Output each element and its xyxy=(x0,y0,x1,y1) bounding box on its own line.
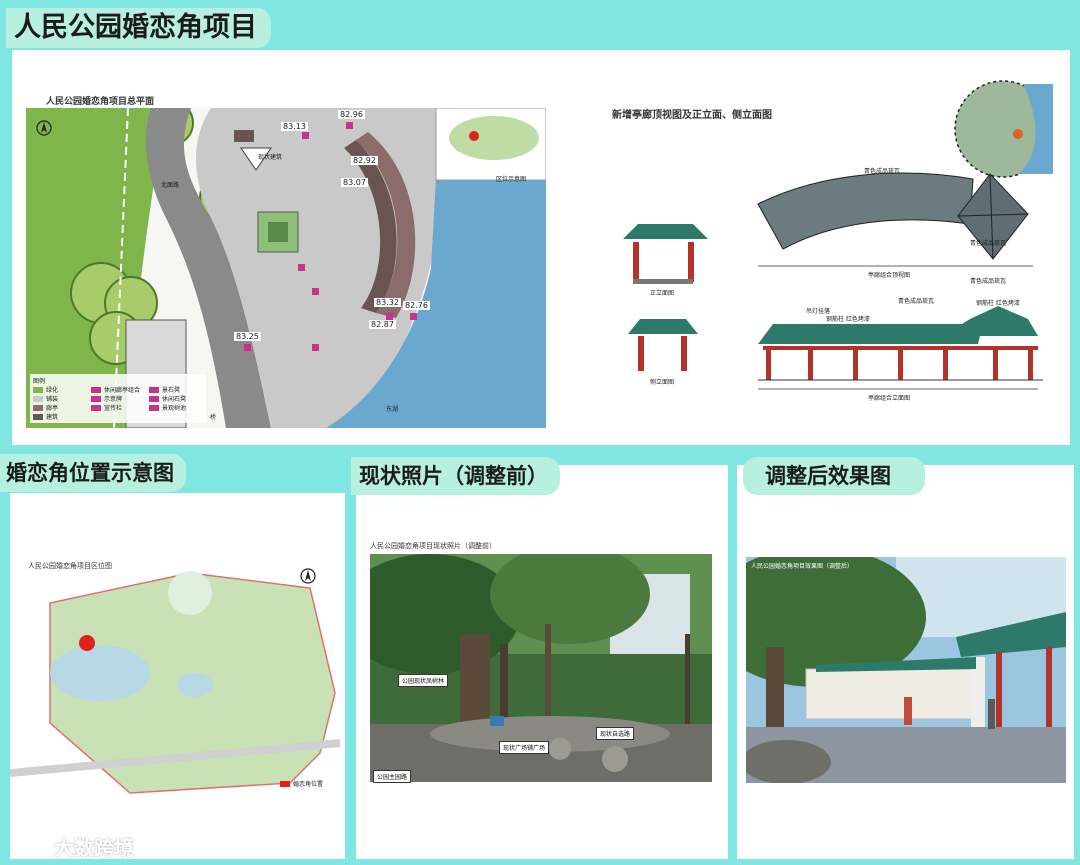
existing-building-label: 现状建筑 xyxy=(258,154,283,161)
location-panel: 人民公园婚恋角项目区位图 婚恋角位置 xyxy=(10,493,345,859)
park-map xyxy=(10,571,341,794)
roof-label: 青色成品琉瓦 xyxy=(970,278,1007,285)
watermark: 大数跨境 xyxy=(22,832,134,861)
render-panel: 人民公园婚恋角项目效果图（调整后） xyxy=(737,465,1074,859)
legend-item: 建筑 xyxy=(33,412,87,421)
elevation-label: 83.32 xyxy=(374,298,401,307)
front-view-caption: 正立面图 xyxy=(650,290,675,297)
roof-label: 青色成品琉瓦 xyxy=(970,240,1007,247)
photo-heading: 现状照片（调整前） xyxy=(351,457,560,495)
north-road-label: 北面路 xyxy=(161,182,180,189)
elevation-label: 82.87 xyxy=(369,320,396,329)
elevation-label: 83.13 xyxy=(281,122,308,131)
photo-label: 现状自选路 xyxy=(596,727,635,740)
photo-panel: 人民公园婚恋角项目现状照片（调整前） 公园现状凤树林 现状广场铺广场 现状自选路… xyxy=(356,465,728,859)
site-plan: 人民公园婚恋角项目总平面 83.13 82.96 82.92 83.07 83.… xyxy=(26,97,547,429)
plan-legend: 图例 绿化 休闲廊亭组合 景石凳 铺装 示意牌 休闲石凳 廊亭 宣传栏 景观树池… xyxy=(30,374,206,423)
render-image xyxy=(746,557,1066,783)
elevation-label: 82.96 xyxy=(338,110,365,119)
photo-label: 公园主园路 xyxy=(373,770,412,783)
location-diagram-label: 区位示意图 xyxy=(496,176,527,183)
marker-icon xyxy=(298,264,305,271)
marker-icon xyxy=(302,132,309,139)
north-arrow-icon xyxy=(36,120,52,136)
elevation-label: 82.92 xyxy=(351,156,378,165)
legend-item: 铺装 xyxy=(33,394,87,403)
watermark-text: 大数跨境 xyxy=(54,836,134,860)
legend-item: 景石凳 xyxy=(149,385,203,394)
brand-logo-icon xyxy=(22,839,46,854)
marker-icon xyxy=(410,313,417,320)
elevation-label: 82.76 xyxy=(403,301,430,310)
legend-item: 宣传栏 xyxy=(91,403,145,412)
render-heading: 调整后效果图 xyxy=(743,457,925,495)
legend-item: 休闲石凳 xyxy=(149,394,203,403)
top-panel: 人民公园婚恋角项目总平面 83.13 82.96 82.92 83.07 83.… xyxy=(12,50,1070,445)
front-elevation-caption: 亭廊组合立面图 xyxy=(868,395,911,402)
roof-label: 青色成品琉瓦 xyxy=(864,168,901,175)
roof-label: 青色成品琉瓦 xyxy=(898,298,935,305)
legend-item: 绿化 xyxy=(33,385,87,394)
location-heading: 婚恋角位置示意图 xyxy=(0,454,186,492)
legend-item: 休闲廊亭组合 xyxy=(91,385,145,394)
marker-icon xyxy=(346,122,353,129)
legend-item: 廊亭 xyxy=(33,403,87,412)
marker-icon xyxy=(386,313,393,320)
marker-icon xyxy=(312,288,319,295)
photo-label: 现状广场铺广场 xyxy=(499,741,550,754)
elevation-label: 83.07 xyxy=(341,178,368,187)
north-arrow-icon xyxy=(300,568,316,584)
page-title: 人民公园婚恋角项目 xyxy=(6,8,271,48)
marker-icon xyxy=(312,344,319,351)
render-subtitle: 人民公园婚恋角项目效果图（调整后） xyxy=(751,563,854,570)
legend-title: 图例 xyxy=(33,378,46,385)
photo-label: 公园现状凤树林 xyxy=(398,674,449,687)
elevation-label: 83.25 xyxy=(234,332,261,341)
plan-title: 人民公园婚恋角项目总平面 xyxy=(46,97,155,107)
marker-icon xyxy=(244,344,251,351)
plan-view-caption: 亭廊组合顶视图 xyxy=(868,272,911,279)
east-lake-label: 东湖 xyxy=(386,406,399,413)
location-legend-text: 婚恋角位置 xyxy=(293,781,324,788)
pillar-label: 钢筋柱 红色烤漆 xyxy=(826,316,870,323)
bridge-label: 桥 xyxy=(210,414,217,421)
elevation-drawings: 新增亭廊顶视图及正立面、侧立面图 青色成品琉瓦 青色成品琉瓦 青色成品琉瓦 亭廊… xyxy=(598,74,1058,414)
side-view-caption: 侧立面图 xyxy=(650,379,675,386)
photo-subtitle: 人民公园婚恋角项目现状照片（调整前） xyxy=(370,542,496,550)
legend-item: 景观树池 xyxy=(149,403,203,412)
legend-item: 示意牌 xyxy=(91,394,145,403)
pillar-label: 钢筋柱 红色烤漆 xyxy=(976,300,1020,307)
